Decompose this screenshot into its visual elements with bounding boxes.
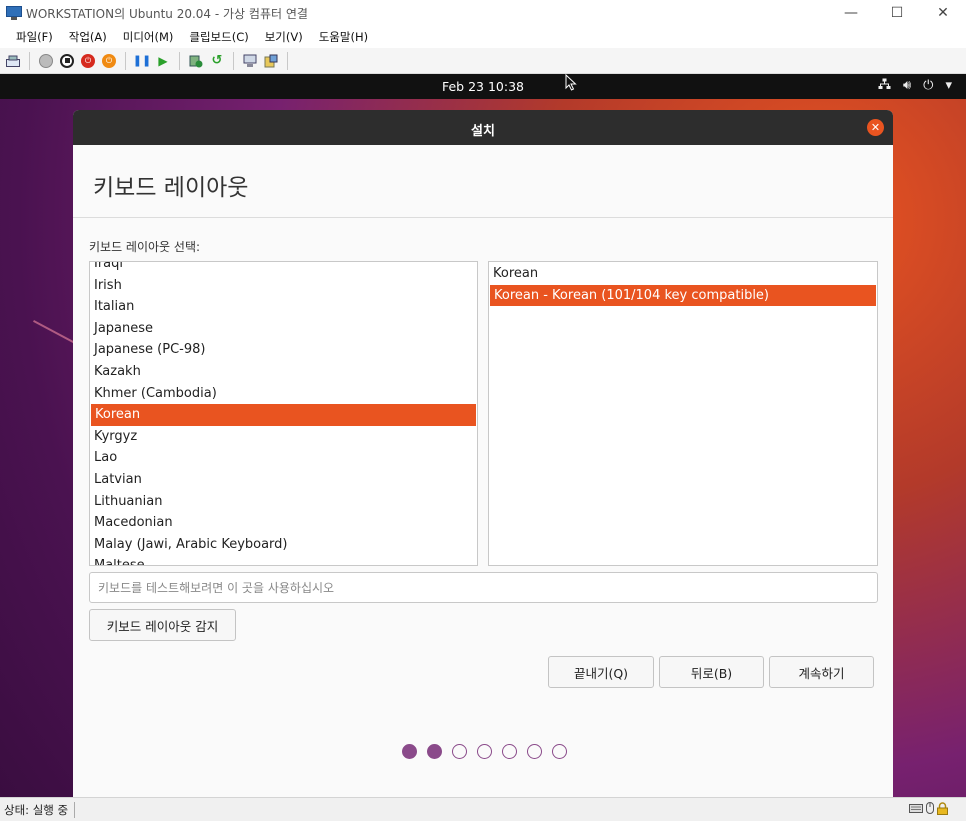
list-item[interactable]: Kazakh [90, 361, 477, 383]
window-title: WORKSTATION의 Ubuntu 20.04 - 가상 컴퓨터 연결 [26, 6, 308, 21]
progress-dot [476, 744, 492, 759]
list-item[interactable]: Irish [90, 275, 477, 297]
enhanced-session-icon[interactable] [241, 52, 259, 70]
keyboard-icon [909, 802, 923, 818]
keyboard-test-input[interactable] [89, 572, 878, 603]
installer-dialog: 설치 ✕ 키보드 레이아웃 키보드 레이아웃 선택: Iraqi Irish I… [73, 110, 893, 797]
menu-file[interactable]: 파일(F) [8, 29, 61, 45]
start-icon[interactable] [37, 52, 55, 70]
system-tray[interactable]: 🔊︎ ⏻ ▾ [878, 78, 952, 94]
checkpoint-icon[interactable] [187, 52, 205, 70]
menu-clipboard[interactable]: 클립보드(C) [181, 29, 256, 45]
toolbar-separator [233, 51, 234, 70]
list-item[interactable]: Malay (Jawi, Arabic Keyboard) [90, 534, 477, 556]
continue-button[interactable]: 계속하기 [769, 656, 874, 688]
progress-dot [401, 744, 417, 759]
volume-icon[interactable]: 🔊︎ [903, 78, 911, 94]
list-item[interactable]: Lithuanian [90, 491, 477, 513]
dialog-title: 설치 [471, 124, 495, 139]
toolbar-separator [179, 51, 180, 70]
lock-icon [937, 802, 948, 818]
share-icon[interactable] [262, 52, 280, 70]
list-item[interactable]: Maltese [90, 555, 477, 565]
page-title: 키보드 레이아웃 [93, 175, 249, 201]
list-item[interactable]: Khmer (Cambodia) [90, 383, 477, 405]
list-item[interactable]: Kyrgyz [90, 426, 477, 448]
turn-off-icon[interactable] [58, 52, 76, 70]
variant-list[interactable]: Korean Korean - Korean (101/104 key comp… [488, 261, 878, 566]
mouse-cursor-icon [565, 74, 577, 95]
status-icons [909, 802, 948, 818]
clock[interactable]: Feb 23 10:38 [0, 79, 966, 94]
close-window-button[interactable]: ✕ [920, 0, 966, 26]
mouse-icon [926, 802, 934, 818]
list-item[interactable]: Japanese [90, 318, 477, 340]
pause-icon[interactable]: ❚❚ [133, 52, 151, 70]
detect-layout-button[interactable]: 키보드 레이아웃 감지 [89, 609, 236, 641]
list-item[interactable]: Japanese (PC-98) [90, 339, 477, 361]
network-icon[interactable] [878, 78, 891, 94]
status-text: 상태: 실행 중 [0, 801, 76, 818]
back-button[interactable]: 뒤로(B) [659, 656, 764, 688]
list-item[interactable]: Macedonian [90, 512, 477, 534]
chevron-down-icon[interactable]: ▾ [945, 78, 952, 94]
toolbar-separator [287, 51, 288, 70]
quit-button[interactable]: 끝내기(Q) [548, 656, 654, 688]
ctrl-alt-del-icon[interactable] [4, 52, 22, 70]
vm-toolbar: ⏻ ⏻ ❚❚ ▶ ↺ [0, 48, 966, 74]
page-heading-area: 키보드 레이아웃 [73, 145, 893, 218]
list-item[interactable]: Latvian [90, 469, 477, 491]
guest-desktop[interactable]: Feb 23 10:38 🔊︎ ⏻ ▾ 설치 ✕ 키보드 레이아웃 키보드 레이… [0, 74, 966, 797]
progress-dot [501, 744, 517, 759]
power-menu-icon[interactable]: ⏻ [923, 78, 933, 94]
layout-list[interactable]: Iraqi Irish Italian Japanese Japanese (P… [89, 261, 478, 566]
revert-icon[interactable]: ↺ [208, 52, 226, 70]
shut-down-icon[interactable]: ⏻ [79, 52, 97, 70]
gnome-top-bar: Feb 23 10:38 🔊︎ ⏻ ▾ [0, 74, 966, 99]
list-item[interactable]: Lao [90, 447, 477, 469]
list-item[interactable]: Italian [90, 296, 477, 318]
menu-bar: 파일(F) 작업(A) 미디어(M) 클립보드(C) 보기(V) 도움말(H) [0, 26, 966, 48]
list-item[interactable]: Iraqi [90, 262, 477, 275]
status-bar: 상태: 실행 중 [0, 797, 966, 821]
toolbar-separator [29, 51, 30, 70]
progress-dot [426, 744, 442, 759]
list-item-selected[interactable]: Korean - Korean (101/104 key compatible) [490, 284, 876, 307]
menu-action[interactable]: 작업(A) [61, 29, 115, 45]
power-icon[interactable]: ⏻ [100, 52, 118, 70]
maximize-button[interactable]: ☐ [874, 0, 920, 26]
progress-dot [451, 744, 467, 759]
list-item-selected[interactable]: Korean [91, 404, 476, 426]
menu-help[interactable]: 도움말(H) [311, 29, 376, 45]
list-item[interactable]: Korean [489, 263, 877, 285]
layout-select-label: 키보드 레이아웃 선택: [89, 240, 201, 254]
progress-dots [73, 744, 893, 759]
vm-connection-icon [6, 6, 22, 20]
window-titlebar: WORKSTATION의 Ubuntu 20.04 - 가상 컴퓨터 연결 — … [0, 0, 966, 26]
menu-view[interactable]: 보기(V) [257, 29, 311, 45]
minimize-button[interactable]: — [828, 0, 874, 26]
dialog-header: 설치 ✕ [73, 110, 893, 145]
close-icon[interactable]: ✕ [867, 119, 884, 136]
menu-media[interactable]: 미디어(M) [115, 29, 182, 45]
toolbar-separator [125, 51, 126, 70]
progress-dot [551, 744, 567, 759]
resume-icon[interactable]: ▶ [154, 52, 172, 70]
progress-dot [526, 744, 542, 759]
